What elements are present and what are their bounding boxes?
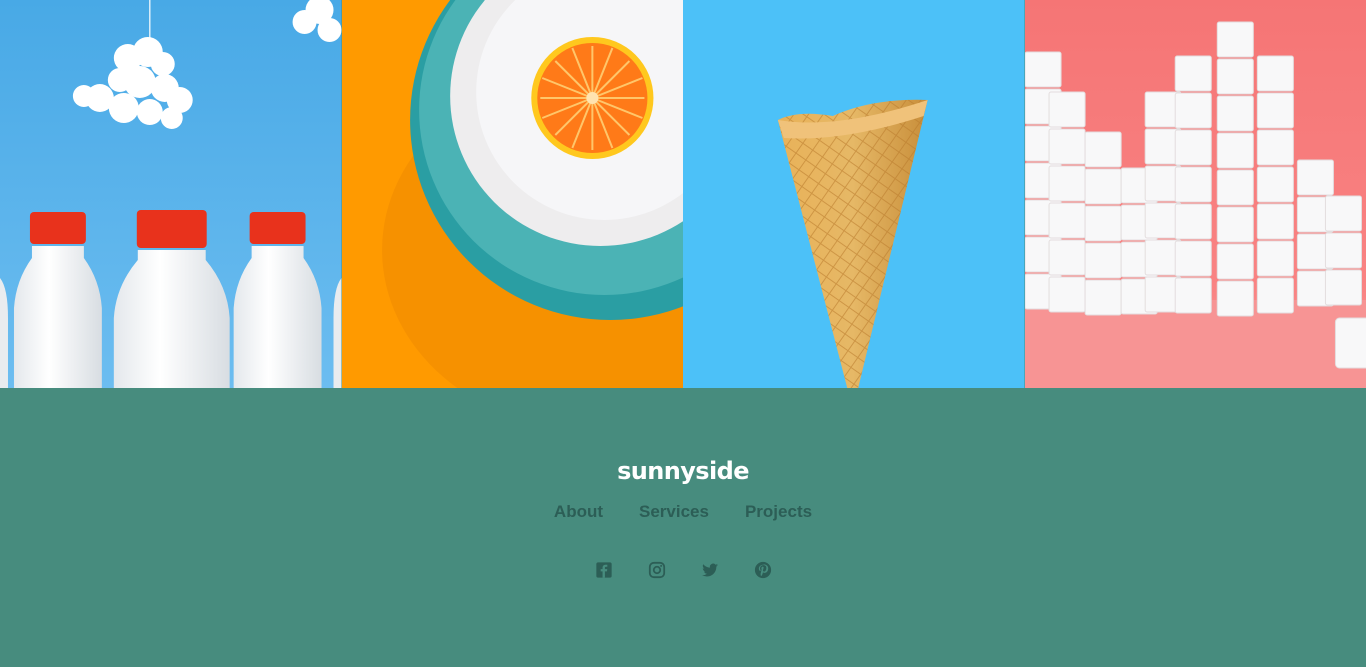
sugar-cube	[1216, 243, 1254, 280]
sugar-cube	[1084, 242, 1122, 279]
sugar-cube	[1256, 92, 1294, 129]
sugar-cube	[1174, 166, 1212, 203]
sugar-cube	[1256, 166, 1294, 203]
sugar-cube	[1216, 132, 1254, 169]
sugar-cube	[1084, 168, 1122, 205]
sugar-cube	[1048, 276, 1086, 313]
sugar-cube	[1216, 95, 1254, 132]
nav-link-services[interactable]: Services	[639, 502, 709, 522]
nav-link-about[interactable]: About	[554, 502, 603, 522]
sugar-cube	[1216, 58, 1254, 95]
milk-bottles-photo	[0, 0, 342, 388]
sugar-cube	[1216, 280, 1254, 317]
sugar-cube	[1024, 51, 1062, 88]
ice-cream-cone-photo	[683, 0, 1025, 388]
sugar-cube	[1216, 206, 1254, 243]
sugar-cube	[1324, 195, 1362, 232]
footer-nav: About Services Projects	[554, 502, 812, 522]
sugar-cubes-photo	[1024, 0, 1366, 388]
sugar-cube	[1084, 279, 1122, 316]
sugar-cube	[1256, 203, 1294, 240]
facebook-icon[interactable]	[594, 560, 613, 579]
nav-link-projects[interactable]: Projects	[745, 502, 812, 522]
social-links	[594, 560, 772, 579]
image-gallery	[0, 0, 1366, 388]
sugar-cube	[1324, 232, 1362, 269]
sugar-cube	[1256, 55, 1294, 92]
sugar-cube	[1296, 159, 1334, 196]
sugar-cube	[1048, 128, 1086, 165]
instagram-icon[interactable]	[647, 560, 666, 579]
sugar-cube	[1174, 55, 1212, 92]
sugar-cube	[1084, 205, 1122, 242]
sugar-cube	[1048, 202, 1086, 239]
sugar-cube	[1256, 129, 1294, 166]
sugar-cube	[1174, 129, 1212, 166]
sugar-cube	[1048, 165, 1086, 202]
sugar-cube	[1174, 240, 1212, 277]
pinterest-icon[interactable]	[753, 560, 772, 579]
sugar-cube	[1256, 240, 1294, 277]
sugar-cube	[1084, 131, 1122, 168]
sugar-cube	[1256, 277, 1294, 314]
sugar-cube	[1048, 91, 1086, 128]
sugar-cube	[1048, 239, 1086, 276]
sugar-cube	[1174, 92, 1212, 129]
sugar-cube	[1334, 317, 1366, 369]
twitter-icon[interactable]	[700, 560, 719, 579]
site-footer: sunnyside About Services Projects	[0, 388, 1366, 667]
sugar-cube	[1174, 277, 1212, 314]
sugar-cube	[1324, 269, 1362, 306]
sugar-cube	[1174, 203, 1212, 240]
footer-logo[interactable]: sunnyside	[617, 457, 749, 485]
orange-plate-photo	[341, 0, 683, 388]
sugar-cube	[1216, 21, 1254, 58]
sugar-cube	[1216, 169, 1254, 206]
